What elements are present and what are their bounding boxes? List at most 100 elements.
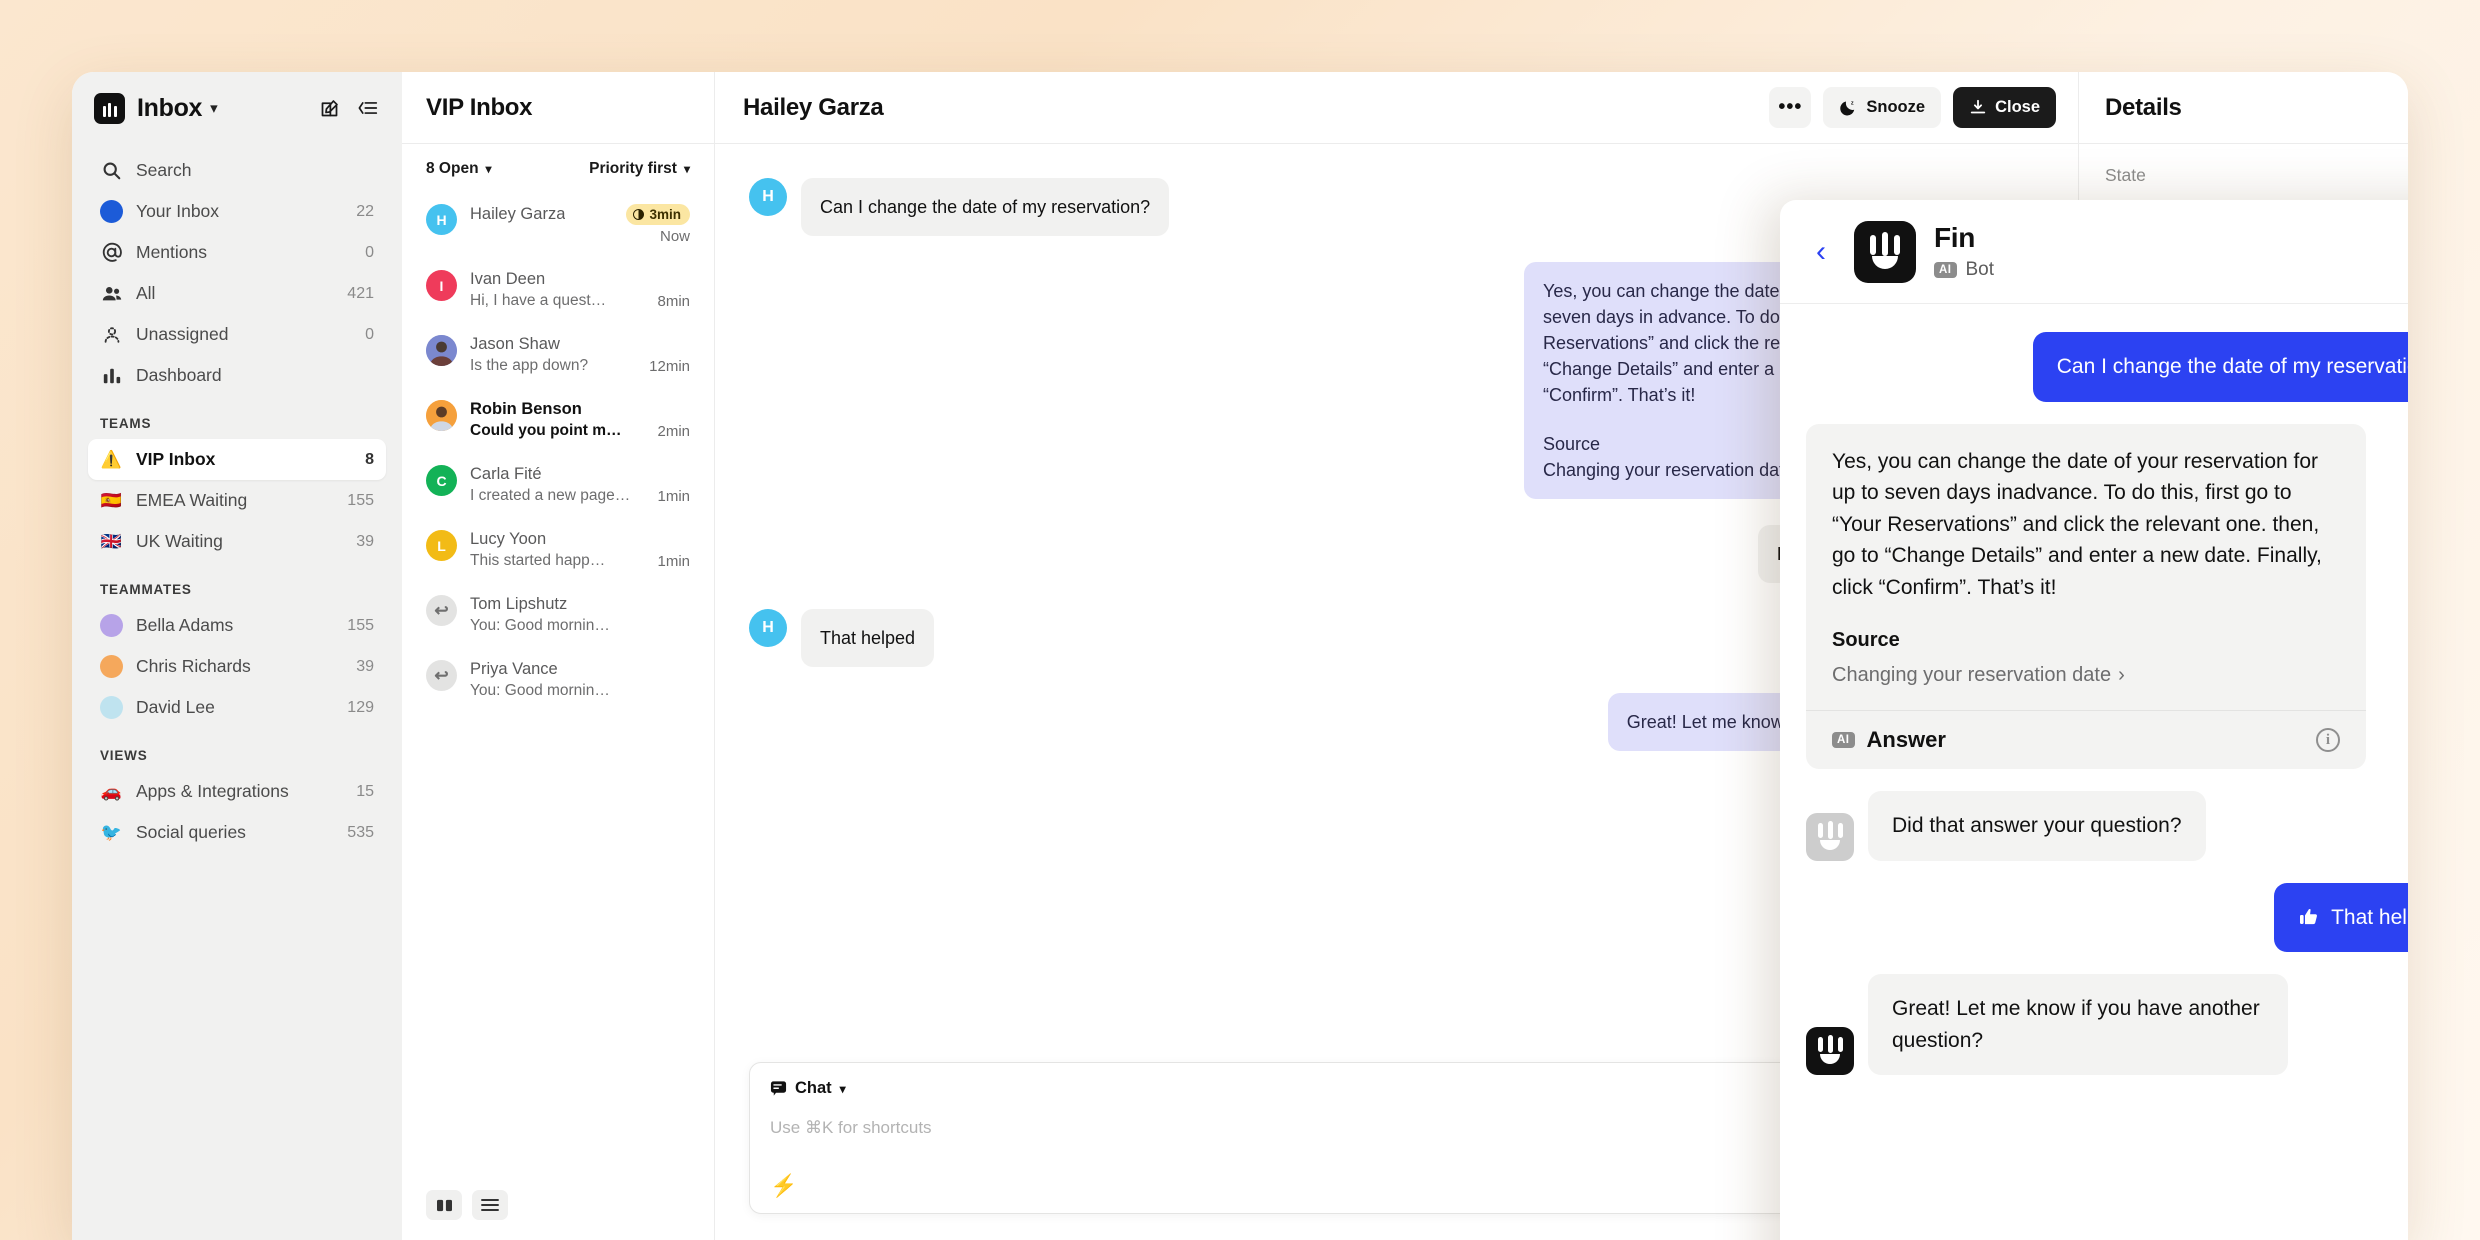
sidebar-item-label: VIP Inbox xyxy=(136,449,216,469)
avatar xyxy=(100,614,123,637)
more-options-button[interactable]: ••• xyxy=(1769,87,1812,128)
conversation-time: 1min xyxy=(657,552,690,570)
close-button[interactable]: Close xyxy=(1953,87,2056,128)
sidebar-item-apps-integrations[interactable]: 🚗 Apps & Integrations 15 xyxy=(88,771,386,812)
fin-name: Fin xyxy=(1934,222,1976,254)
message-row: Yes, you can change the date of your res… xyxy=(1806,423,2408,769)
message-row: That helped xyxy=(1806,882,2408,952)
sidebar-item-label: David Lee xyxy=(136,697,215,717)
close-label: Close xyxy=(1995,98,2040,116)
sidebar-item-count: 8 xyxy=(365,450,374,468)
reply-icon: ↩ xyxy=(426,660,457,691)
sidebar-item-label: Apps & Integrations xyxy=(136,781,289,801)
sidebar-item-bella-adams[interactable]: Bella Adams 155 xyxy=(88,605,386,646)
conversation-preview: Could you point m… xyxy=(470,422,622,439)
sidebar-item-count: 155 xyxy=(347,616,374,634)
sidebar-item-mentions[interactable]: Mentions 0 xyxy=(88,232,386,273)
fin-preview-panel: ✕ ‹ Fin AI Bot Can I change the date of … xyxy=(1780,200,2408,1240)
thumbs-up-icon xyxy=(2298,906,2320,928)
sidebar-item-emea-waiting[interactable]: 🇪🇸 EMEA Waiting 155 xyxy=(88,480,386,521)
source-link[interactable]: Changing your reservation date › xyxy=(1832,660,2340,690)
sidebar-item-uk-waiting[interactable]: 🇬🇧 UK Waiting 39 xyxy=(88,521,386,562)
list-view-icon[interactable] xyxy=(472,1190,508,1220)
split-view-icon[interactable] xyxy=(426,1190,462,1220)
conversation-time: 2min xyxy=(657,422,690,440)
message-bubble: Did that answer your question? xyxy=(1868,791,2206,861)
detail-state[interactable]: State xyxy=(2105,158,2382,193)
sidebar-item-chris-richards[interactable]: Chris Richards 39 xyxy=(88,646,386,687)
conversation-preview: Is the app down? xyxy=(470,357,589,374)
fin-avatar-icon xyxy=(1806,812,1854,861)
sidebar-item-label: Your Inbox xyxy=(136,201,220,221)
list-item[interactable]: Jason Shaw Is the app down? 12min xyxy=(402,323,714,388)
conversation-name: Lucy Yoon xyxy=(470,530,547,548)
chevron-down-icon: ▾ xyxy=(683,162,690,176)
search-icon xyxy=(100,159,123,182)
people-icon xyxy=(100,282,123,305)
conversation-time: 1min xyxy=(657,487,690,505)
chevron-down-icon[interactable]: ▾ xyxy=(210,99,218,117)
message-row: Can I change the date of my reservation? xyxy=(1806,332,2408,402)
sidebar-title: Inbox xyxy=(137,93,203,122)
list-item[interactable]: Robin Benson Could you point m… 2min xyxy=(402,388,714,453)
sidebar-item-count: 155 xyxy=(347,491,374,509)
close-archive-icon xyxy=(1969,99,1987,117)
filter-open-dropdown[interactable]: 8 Open ▾ xyxy=(426,160,492,178)
list-item[interactable]: ↩ Priya Vance You: Good mornin… xyxy=(402,648,714,713)
avatar xyxy=(426,400,457,431)
conversation-name: Jason Shaw xyxy=(470,335,560,353)
fin-header: ‹ Fin AI Bot xyxy=(1780,200,2408,304)
list-item[interactable]: C Carla Fité I created a new page… 1min xyxy=(402,453,714,518)
conversation-list-panel: VIP Inbox 8 Open ▾ Priority first ▾ H Ha… xyxy=(402,72,715,1240)
sidebar-item-unassigned[interactable]: Unassigned 0 xyxy=(88,314,386,355)
sidebar-item-count: 15 xyxy=(356,782,374,800)
page-title: Hailey Garza xyxy=(743,93,884,121)
sidebar-item-dashboard[interactable]: Dashboard xyxy=(88,355,386,396)
list-item[interactable]: ↩ Tom Lipshutz You: Good mornin… xyxy=(402,583,714,648)
sidebar-item-your-inbox[interactable]: Your Inbox 22 xyxy=(88,191,386,232)
filter-sort-dropdown[interactable]: Priority first ▾ xyxy=(589,160,690,178)
sidebar-item-search[interactable]: Search xyxy=(88,150,386,191)
sidebar-item-david-lee[interactable]: David Lee 129 xyxy=(88,687,386,728)
message-row: Did that answer your question? xyxy=(1806,791,2408,861)
collapse-sidebar-icon[interactable] xyxy=(354,95,380,121)
avatar: L xyxy=(426,530,457,561)
conversation-name: Ivan Deen xyxy=(470,270,546,288)
info-icon[interactable]: i xyxy=(2316,728,2340,752)
car-icon: 🚗 xyxy=(100,782,123,801)
conversation-time: 12min xyxy=(649,357,690,375)
avatar: C xyxy=(426,465,457,496)
sidebar: Inbox ▾ Search Your Inbox 22 Mentions 0 … xyxy=(72,72,402,1240)
app-window: Inbox ▾ Search Your Inbox 22 Mentions 0 … xyxy=(72,72,2408,1240)
sidebar-section-teammates: TEAMMATES xyxy=(100,582,192,597)
sidebar-item-social-queries[interactable]: 🐦 Social queries 535 xyxy=(88,812,386,853)
conversation-time: 8min xyxy=(657,292,690,310)
conversation-items: H Hailey Garza 3min Now I Ivan Deen Hi, … xyxy=(402,188,714,1170)
compose-icon[interactable] xyxy=(316,95,342,121)
source-label: Source xyxy=(1832,629,1900,651)
back-chevron-icon[interactable]: ‹ xyxy=(1806,235,1836,269)
conversation-name: Robin Benson xyxy=(470,400,582,418)
filter-sort-label: Priority first xyxy=(589,160,677,177)
list-item[interactable]: L Lucy Yoon This started happ… 1min xyxy=(402,518,714,583)
unassigned-icon xyxy=(100,323,123,346)
that-helped-button[interactable]: That helped xyxy=(2274,882,2408,952)
reply-icon: ↩ xyxy=(426,595,457,626)
sidebar-item-label: Mentions xyxy=(136,242,208,262)
sidebar-item-all[interactable]: All 421 xyxy=(88,273,386,314)
sidebar-item-vip-inbox[interactable]: ⚠️ VIP Inbox 8 xyxy=(88,439,386,480)
spain-flag-icon: 🇪🇸 xyxy=(100,491,123,510)
ai-badge: AI xyxy=(1832,732,1855,748)
list-item[interactable]: I Ivan Deen Hi, I have a quest… 8min xyxy=(402,258,714,323)
sidebar-item-label: Chris Richards xyxy=(136,656,251,676)
sidebar-item-count: 0 xyxy=(365,325,374,343)
clock-icon xyxy=(633,209,645,220)
list-item[interactable]: H Hailey Garza 3min Now xyxy=(402,192,714,258)
lightning-icon[interactable]: ⚡ xyxy=(770,1173,797,1199)
answer-card-footer: AI Answer i xyxy=(1806,710,2366,769)
snooze-button[interactable]: z Snooze xyxy=(1823,87,1942,128)
chevron-right-icon: › xyxy=(2118,664,2125,686)
sidebar-item-count: 39 xyxy=(356,657,374,675)
message-bubble: Can I change the date of my reservation? xyxy=(801,178,1170,237)
conversation-preview: This started happ… xyxy=(470,552,606,569)
